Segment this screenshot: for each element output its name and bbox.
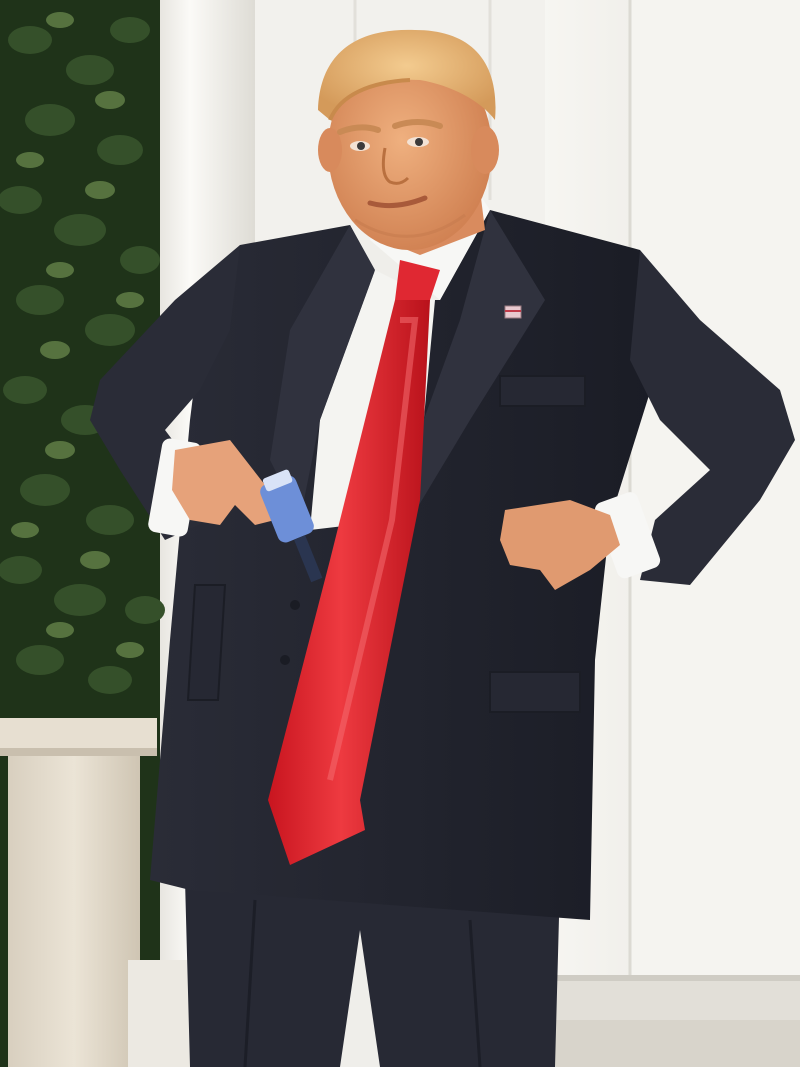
column-base (128, 960, 198, 1067)
hip-pocket (489, 671, 581, 713)
photo-scene (0, 0, 800, 1067)
breast-pocket (499, 375, 586, 407)
photo-illustration (0, 0, 800, 1067)
